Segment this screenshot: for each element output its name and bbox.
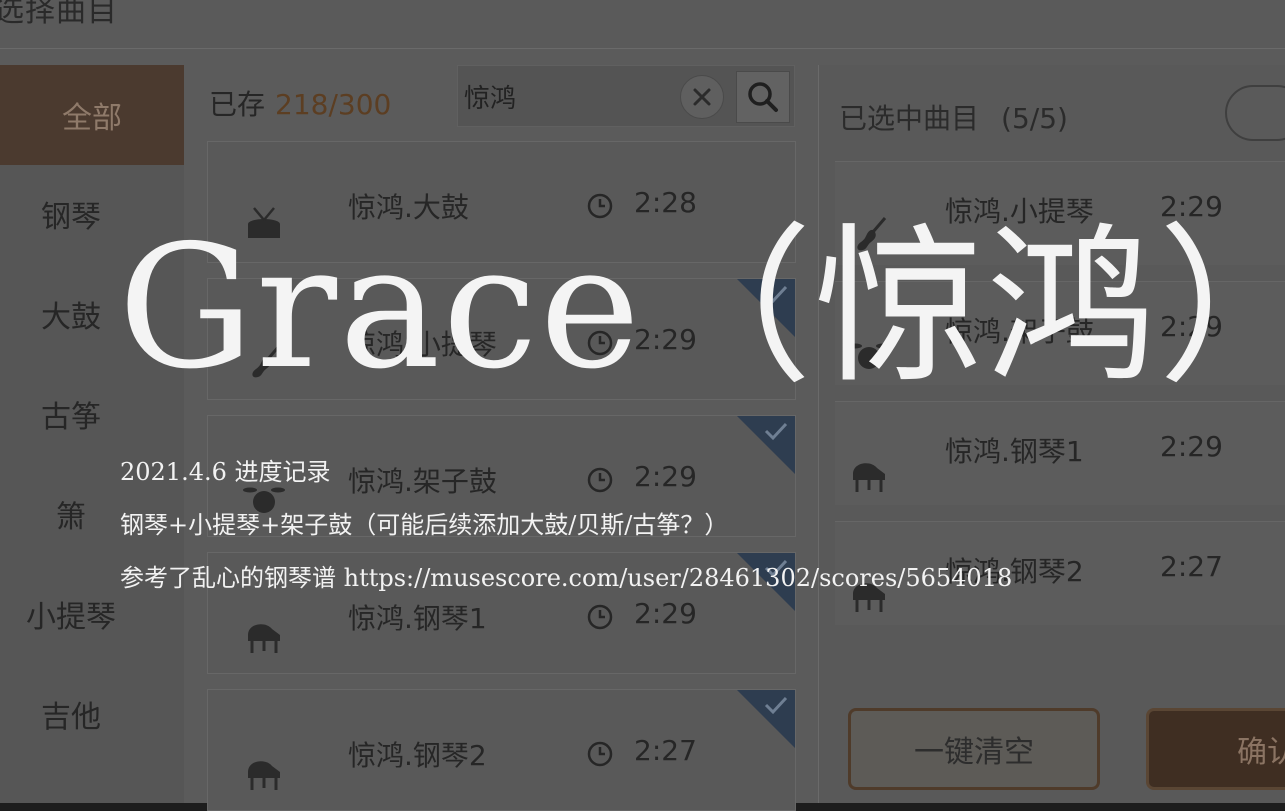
song-duration: 2:29 xyxy=(634,460,697,493)
header: 选择曲目 xyxy=(0,0,1285,49)
clock-icon xyxy=(587,467,613,493)
song-name: 惊鸿.钢琴1 xyxy=(348,602,487,635)
overlay-reference-line: 参考了乱心的钢琴谱 https://musescore.com/user/284… xyxy=(120,564,1013,592)
overlay-title: Grace（惊鸿） xyxy=(118,209,1285,407)
selected-song-item[interactable]: 惊鸿.钢琴1 2:29 xyxy=(835,401,1285,505)
search-box xyxy=(457,65,795,127)
song-library-panel: 已存218/300 惊鸿.大鼓 xyxy=(195,65,800,811)
search-button[interactable] xyxy=(736,71,790,123)
page-title: 选择曲目 xyxy=(0,0,118,29)
song-duration: 2:27 xyxy=(634,734,697,767)
check-icon xyxy=(764,696,788,715)
overlay-instruments-line: 钢琴+小提琴+架子鼓（可能后续添加大鼓/贝斯/古筝？） xyxy=(120,511,729,539)
search-icon xyxy=(748,82,778,112)
piano-icon xyxy=(248,624,280,653)
song-name: 惊鸿.架子鼓 xyxy=(348,465,497,498)
category-sidebar: 全部 钢琴 大鼓 古筝 箫 小提琴 吉他 xyxy=(0,65,184,803)
stored-status: 已存 218/300 xyxy=(209,83,391,123)
check-icon xyxy=(764,422,788,441)
category-all[interactable]: 全部 xyxy=(0,65,184,165)
song-duration: 2:29 xyxy=(634,597,697,630)
selected-song-name: 惊鸿.钢琴1 xyxy=(945,435,1084,468)
close-icon xyxy=(693,88,711,106)
confirm-label: 确认 xyxy=(1237,735,1285,770)
selected-song-duration: 2:27 xyxy=(1160,550,1223,583)
piano-icon xyxy=(853,463,885,492)
song-name: 惊鸿.钢琴2 xyxy=(348,739,487,772)
clear-all-button[interactable]: 一键清空 xyxy=(848,708,1100,790)
toggle-switch[interactable] xyxy=(1225,85,1285,141)
stored-label: 已存 xyxy=(209,88,266,121)
stored-count: 218/300 xyxy=(275,88,392,121)
piano-icon xyxy=(248,761,280,790)
overlay-date-line: 2021.4.6 进度记录 xyxy=(120,458,331,486)
search-input[interactable] xyxy=(464,78,664,114)
selected-header: 已选中曲目 (5/5) xyxy=(839,97,1068,137)
song-card[interactable]: 惊鸿.钢琴2 2:27 xyxy=(207,689,796,811)
clear-search-button[interactable] xyxy=(680,75,724,119)
selected-title: 已选中曲目 xyxy=(839,102,980,135)
confirm-button[interactable]: 确认 xyxy=(1146,708,1285,790)
clock-icon xyxy=(587,741,613,767)
clock-icon xyxy=(587,604,613,630)
category-guitar[interactable]: 吉他 xyxy=(0,665,142,763)
selected-songs-panel: 已选中曲目 (5/5) 惊鸿.小提琴 2:29 惊鸿.架子鼓 2:29 惊鸿.钢… xyxy=(818,65,1285,803)
selected-song-duration: 2:29 xyxy=(1160,430,1223,463)
selected-count: (5/5) xyxy=(1001,102,1068,135)
